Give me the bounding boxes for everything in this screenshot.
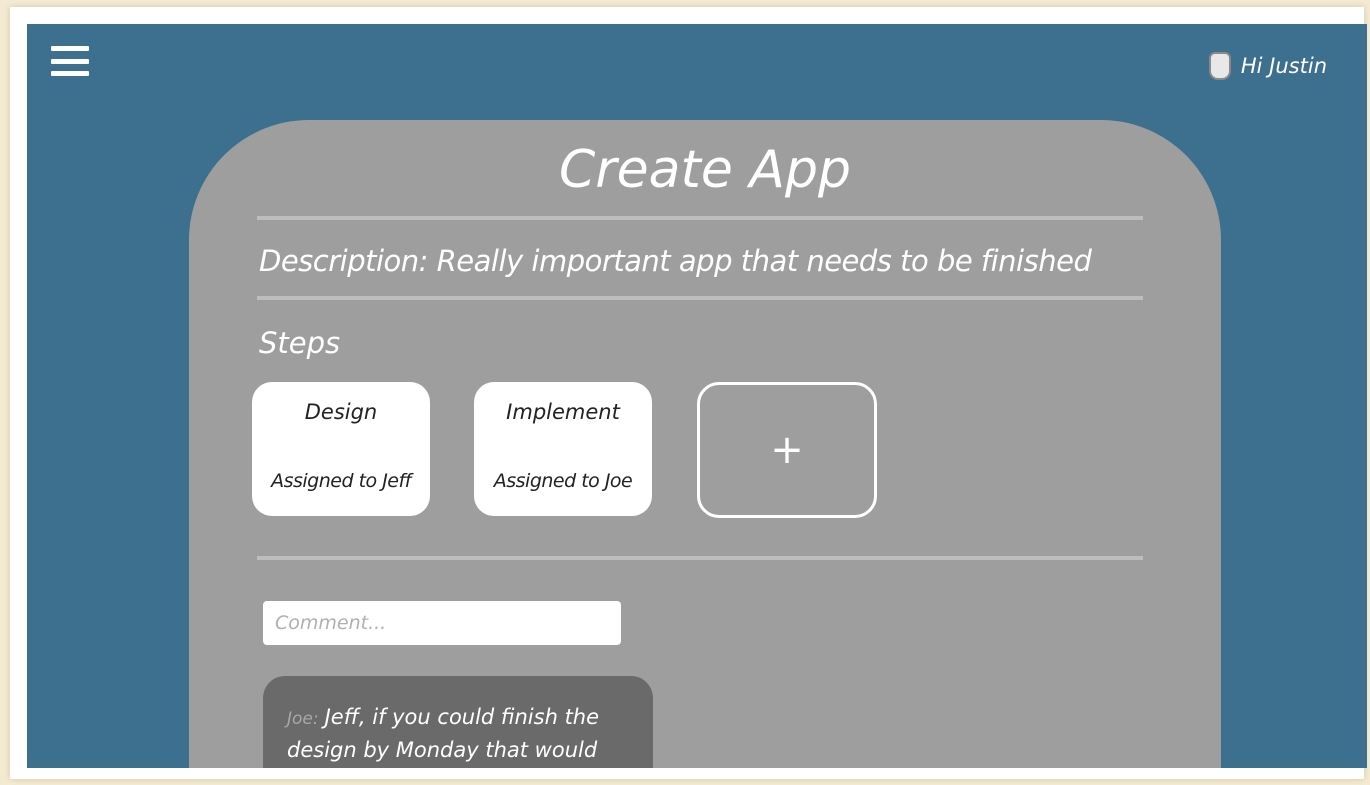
- add-step-button[interactable]: +: [697, 382, 877, 518]
- create-app-card: Create App Description: Really important…: [189, 120, 1221, 768]
- steps-heading: Steps: [259, 326, 341, 360]
- comment-text: Jeff, if you could finish the design by …: [287, 705, 600, 762]
- divider: [257, 216, 1143, 220]
- step-assignee: Assigned to Jeff: [271, 470, 411, 492]
- step-name: Design: [304, 400, 378, 424]
- comment-input[interactable]: [263, 601, 621, 645]
- hamburger-menu-icon[interactable]: [51, 46, 89, 76]
- comment-author: Joe:: [287, 709, 319, 729]
- divider: [257, 556, 1143, 560]
- user-greeting: Hi Justin: [1240, 54, 1327, 78]
- app-window: Hi Justin Create App Description: Really…: [27, 24, 1367, 768]
- user-avatar-icon: [1208, 52, 1231, 80]
- comment-item: Joe: Jeff, if you could finish the design…: [263, 676, 653, 768]
- app-description: Description: Really important app that n…: [259, 244, 1092, 278]
- step-card-implement[interactable]: Implement Assigned to Joe: [474, 382, 652, 516]
- step-name: Implement: [506, 400, 620, 424]
- plus-icon: +: [770, 427, 804, 473]
- hamburger-bar: [51, 58, 89, 64]
- hamburger-bar: [51, 46, 89, 51]
- user-menu[interactable]: Hi Justin: [1208, 52, 1327, 80]
- hamburger-bar: [51, 71, 89, 76]
- step-card-design[interactable]: Design Assigned to Jeff: [252, 382, 430, 516]
- divider: [257, 296, 1143, 300]
- step-assignee: Assigned to Joe: [493, 470, 633, 492]
- page-title: Create App: [558, 140, 852, 200]
